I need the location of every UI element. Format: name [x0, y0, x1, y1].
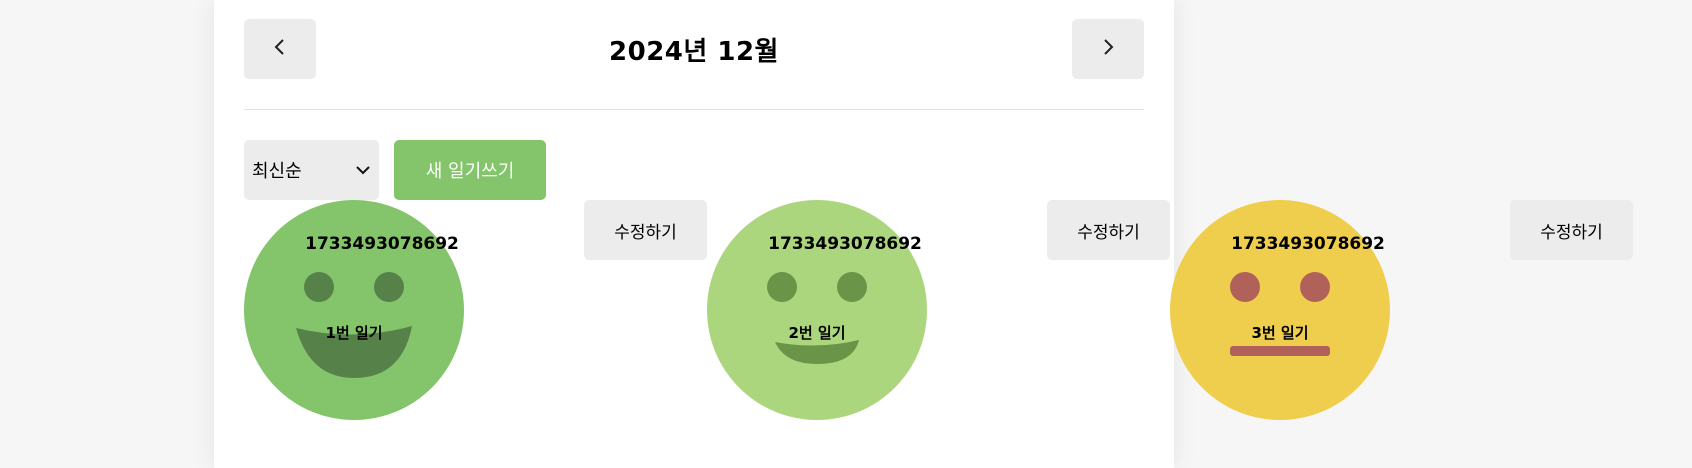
neutral-face-icon: [1170, 200, 1390, 420]
next-month-button[interactable]: [1072, 19, 1144, 79]
chevron-down-icon: [355, 160, 371, 181]
entry-date: 1733493078692: [768, 234, 922, 254]
smile-face-icon: [707, 200, 927, 420]
diary-entry[interactable]: 1733493078692 2번 일기 수정하기: [677, 200, 1170, 425]
prev-month-button[interactable]: [244, 19, 316, 79]
diary-app: 2024년 12월 최신순 새 일기쓰기 1733493078692 1번 일기…: [214, 0, 1633, 468]
chevron-left-icon: [273, 37, 287, 61]
diary-entry[interactable]: 1733493078692 1번 일기 수정하기: [214, 200, 707, 425]
entry-content: 2번 일기: [788, 324, 846, 342]
sort-select[interactable]: 최신순: [244, 140, 379, 200]
entry-content: 3번 일기: [1251, 324, 1309, 342]
header-divider: [244, 109, 1144, 110]
entry-date: 1733493078692: [1231, 234, 1385, 254]
entry-date: 1733493078692: [305, 234, 459, 254]
page-title: 2024년 12월: [609, 36, 779, 67]
month-header: 2024년 12월: [244, 19, 1144, 79]
edit-button[interactable]: 수정하기: [1510, 200, 1633, 260]
sort-value: 최신순: [252, 161, 302, 182]
big-smile-face-icon: [244, 200, 464, 420]
new-diary-button[interactable]: 새 일기쓰기: [394, 140, 546, 200]
chevron-right-icon: [1101, 37, 1115, 61]
diary-entry[interactable]: 1733493078692 3번 일기 수정하기: [1140, 200, 1633, 425]
entry-content: 1번 일기: [325, 324, 383, 342]
